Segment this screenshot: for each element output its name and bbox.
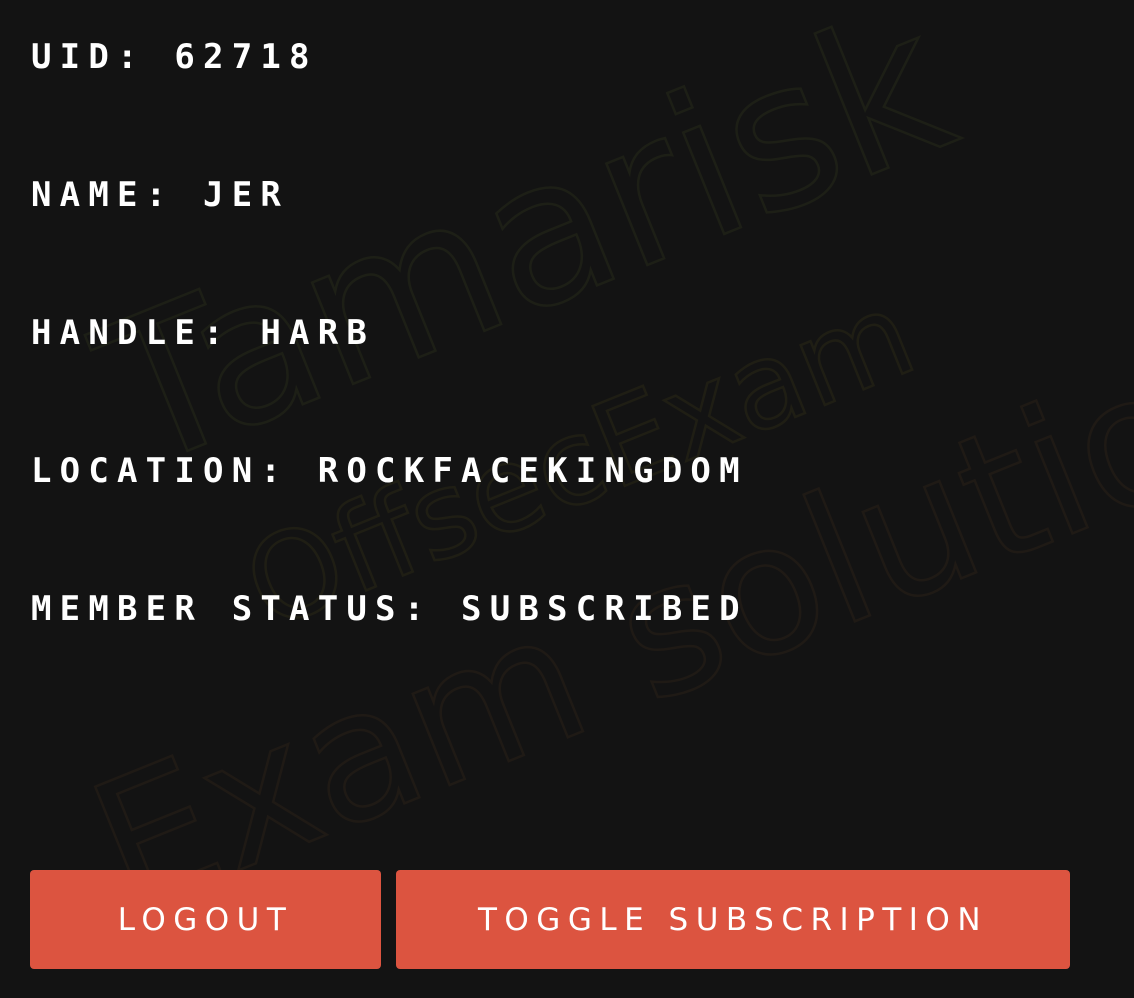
name-label: NAME: JER — [31, 175, 290, 215]
uid-label: UID: 62718 — [31, 37, 318, 77]
watermark: Tamarisk OffsecExam Exam solution — [65, 0, 1134, 956]
watermark-line-1: Tamarisk — [70, 0, 981, 515]
handle-label: HANDLE: HARB — [31, 313, 376, 353]
profile-page: Tamarisk OffsecExam Exam solution UID: 6… — [0, 0, 1134, 998]
member-status-label: MEMBER STATUS: SUBSCRIBED — [31, 589, 748, 629]
toggle-subscription-button-label: TOGGLE SUBSCRIPTION — [477, 901, 989, 938]
toggle-subscription-button[interactable]: TOGGLE SUBSCRIPTION — [396, 870, 1070, 969]
logout-button[interactable]: LOGOUT — [30, 870, 381, 969]
logout-button-label: LOGOUT — [117, 901, 294, 938]
location-label: LOCATION: ROCKFACEKINGDOM — [31, 451, 748, 491]
